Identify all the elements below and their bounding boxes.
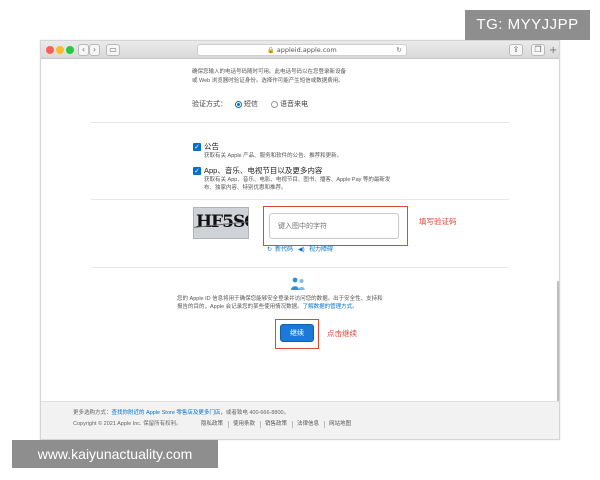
footer-link-privacy[interactable]: 隐私政策 xyxy=(201,420,223,428)
footer-separator xyxy=(260,421,261,428)
verify-method-label: 验证方式： xyxy=(192,101,227,108)
page: TG: MYYJJPP www.kaiyunactuality.com ‹ › … xyxy=(0,0,600,480)
footer-phone-text: ，或者致电 400-666-8800。 xyxy=(220,410,290,416)
media-checkbox[interactable]: ✓ xyxy=(193,167,201,175)
back-button[interactable]: ‹ xyxy=(78,44,89,56)
tabs-button[interactable]: ❐ xyxy=(531,44,545,56)
chevron-right-icon: › xyxy=(92,45,97,54)
media-desc-line2: 布、独家内容、特别优惠和推荐。 xyxy=(204,185,287,191)
footer-link-sales[interactable]: 销售政策 xyxy=(265,420,287,428)
announcements-checkbox[interactable]: ✓ xyxy=(193,143,201,151)
footer-copyright: Copyright © 2021 Apple Inc. 保留所有权利。 xyxy=(73,421,182,427)
captcha-annotation: 填写验证码 xyxy=(419,217,457,226)
privacy-line2: 报告的目的，Apple 会记录您的某些使用情况数据。了解数据的管理方式。 xyxy=(177,303,358,311)
browser-window: ‹ › ▭ 🔒 appleid.apple.com ↻ ⇪ ❐ + 确保您输入的电… xyxy=(40,40,560,440)
lock-icon: 🔒 xyxy=(267,47,275,54)
radio-voice-label[interactable]: 语音来电 xyxy=(280,100,308,109)
footer-link-sitemap[interactable]: 网站地图 xyxy=(329,420,351,428)
radio-sms[interactable] xyxy=(235,101,242,108)
footer-link-legal[interactable]: 法律信息 xyxy=(297,420,319,428)
share-button[interactable]: ⇪ xyxy=(509,44,523,56)
new-tab-icon[interactable]: + xyxy=(549,45,557,56)
captcha-image: HF5SC xyxy=(193,207,249,239)
footer-more-ways-label: 更多选购方式： xyxy=(73,410,112,416)
address-bar[interactable]: 🔒 appleid.apple.com ↻ xyxy=(197,44,407,56)
sidebar-toggle-button[interactable]: ▭ xyxy=(106,44,120,56)
section-divider xyxy=(91,267,509,268)
media-title: App、音乐、电视节目以及更多内容 xyxy=(204,166,323,175)
announcements-desc: 获取有关 Apple 产品、服务和软件的公告、推荐和更新。 xyxy=(204,153,343,159)
privacy-line2-text: 报告的目的，Apple 会记录您的某些使用情况数据。 xyxy=(177,304,303,310)
vision-impaired-link[interactable]: 视力障碍 xyxy=(309,246,333,254)
continue-annotation: 点击继续 xyxy=(327,329,357,338)
captcha-input[interactable] xyxy=(269,213,399,239)
privacy-line1: 您的 Apple ID 信息将用于确保您能够安全登录并访问您的数据。出于安全性、… xyxy=(177,296,383,302)
footer-link-terms[interactable]: 使用条款 xyxy=(233,420,255,428)
reload-icon[interactable]: ↻ xyxy=(396,45,402,55)
footer-store-link[interactable]: 查找你附近的 Apple Store 零售店及更多门店 xyxy=(112,410,221,416)
address-text: appleid.apple.com xyxy=(276,46,337,54)
section-divider xyxy=(91,122,509,123)
chevron-left-icon: ‹ xyxy=(81,45,86,54)
footer-separator xyxy=(324,421,325,428)
new-code-link[interactable]: 新代码 xyxy=(275,246,293,254)
verify-intro-line1: 确保您输入的电话号码随时可用。此电话号码以在您登录新设备 xyxy=(192,69,347,75)
media-desc-line1: 获取有关 App、音乐、电影、电视节目、图书、播客、Apple Pay 等的最新… xyxy=(204,177,391,183)
section-divider xyxy=(91,199,509,200)
radio-sms-label[interactable]: 短信 xyxy=(244,100,258,109)
browser-toolbar: ‹ › ▭ 🔒 appleid.apple.com ↻ ⇪ ❐ + xyxy=(41,41,559,59)
close-window-icon[interactable] xyxy=(46,46,54,54)
checkmark-icon: ✓ xyxy=(194,143,200,151)
footer-more-ways: 更多选购方式：查找你附近的 Apple Store 零售店及更多门店，或者致电 … xyxy=(73,409,289,417)
forward-button[interactable]: › xyxy=(89,44,100,56)
footer-separator xyxy=(292,421,293,428)
radio-voice[interactable] xyxy=(271,101,278,108)
tg-badge: TG: MYYJJPP xyxy=(465,10,590,40)
speaker-icon[interactable]: ◀) xyxy=(298,246,305,254)
tabs-icon: ❐ xyxy=(534,45,542,54)
sidebar-icon: ▭ xyxy=(109,45,117,54)
checkmark-icon: ✓ xyxy=(194,167,200,175)
people-privacy-icon xyxy=(291,277,305,290)
footer-separator xyxy=(228,421,229,428)
site-url-overlay: www.kaiyunactuality.com xyxy=(12,440,218,468)
refresh-icon[interactable]: ↻ xyxy=(267,246,272,254)
announcements-title: 公告 xyxy=(204,142,219,151)
share-icon: ⇪ xyxy=(512,45,520,54)
verify-intro-line2: 或 Web 浏览器时验证身份。选择作可能产生短信或数据费用。 xyxy=(192,78,344,84)
continue-button[interactable]: 继续 xyxy=(280,324,314,342)
privacy-data-link[interactable]: 了解数据的管理方式。 xyxy=(303,304,358,310)
minimize-window-icon[interactable] xyxy=(56,46,64,54)
maximize-window-icon[interactable] xyxy=(66,46,74,54)
